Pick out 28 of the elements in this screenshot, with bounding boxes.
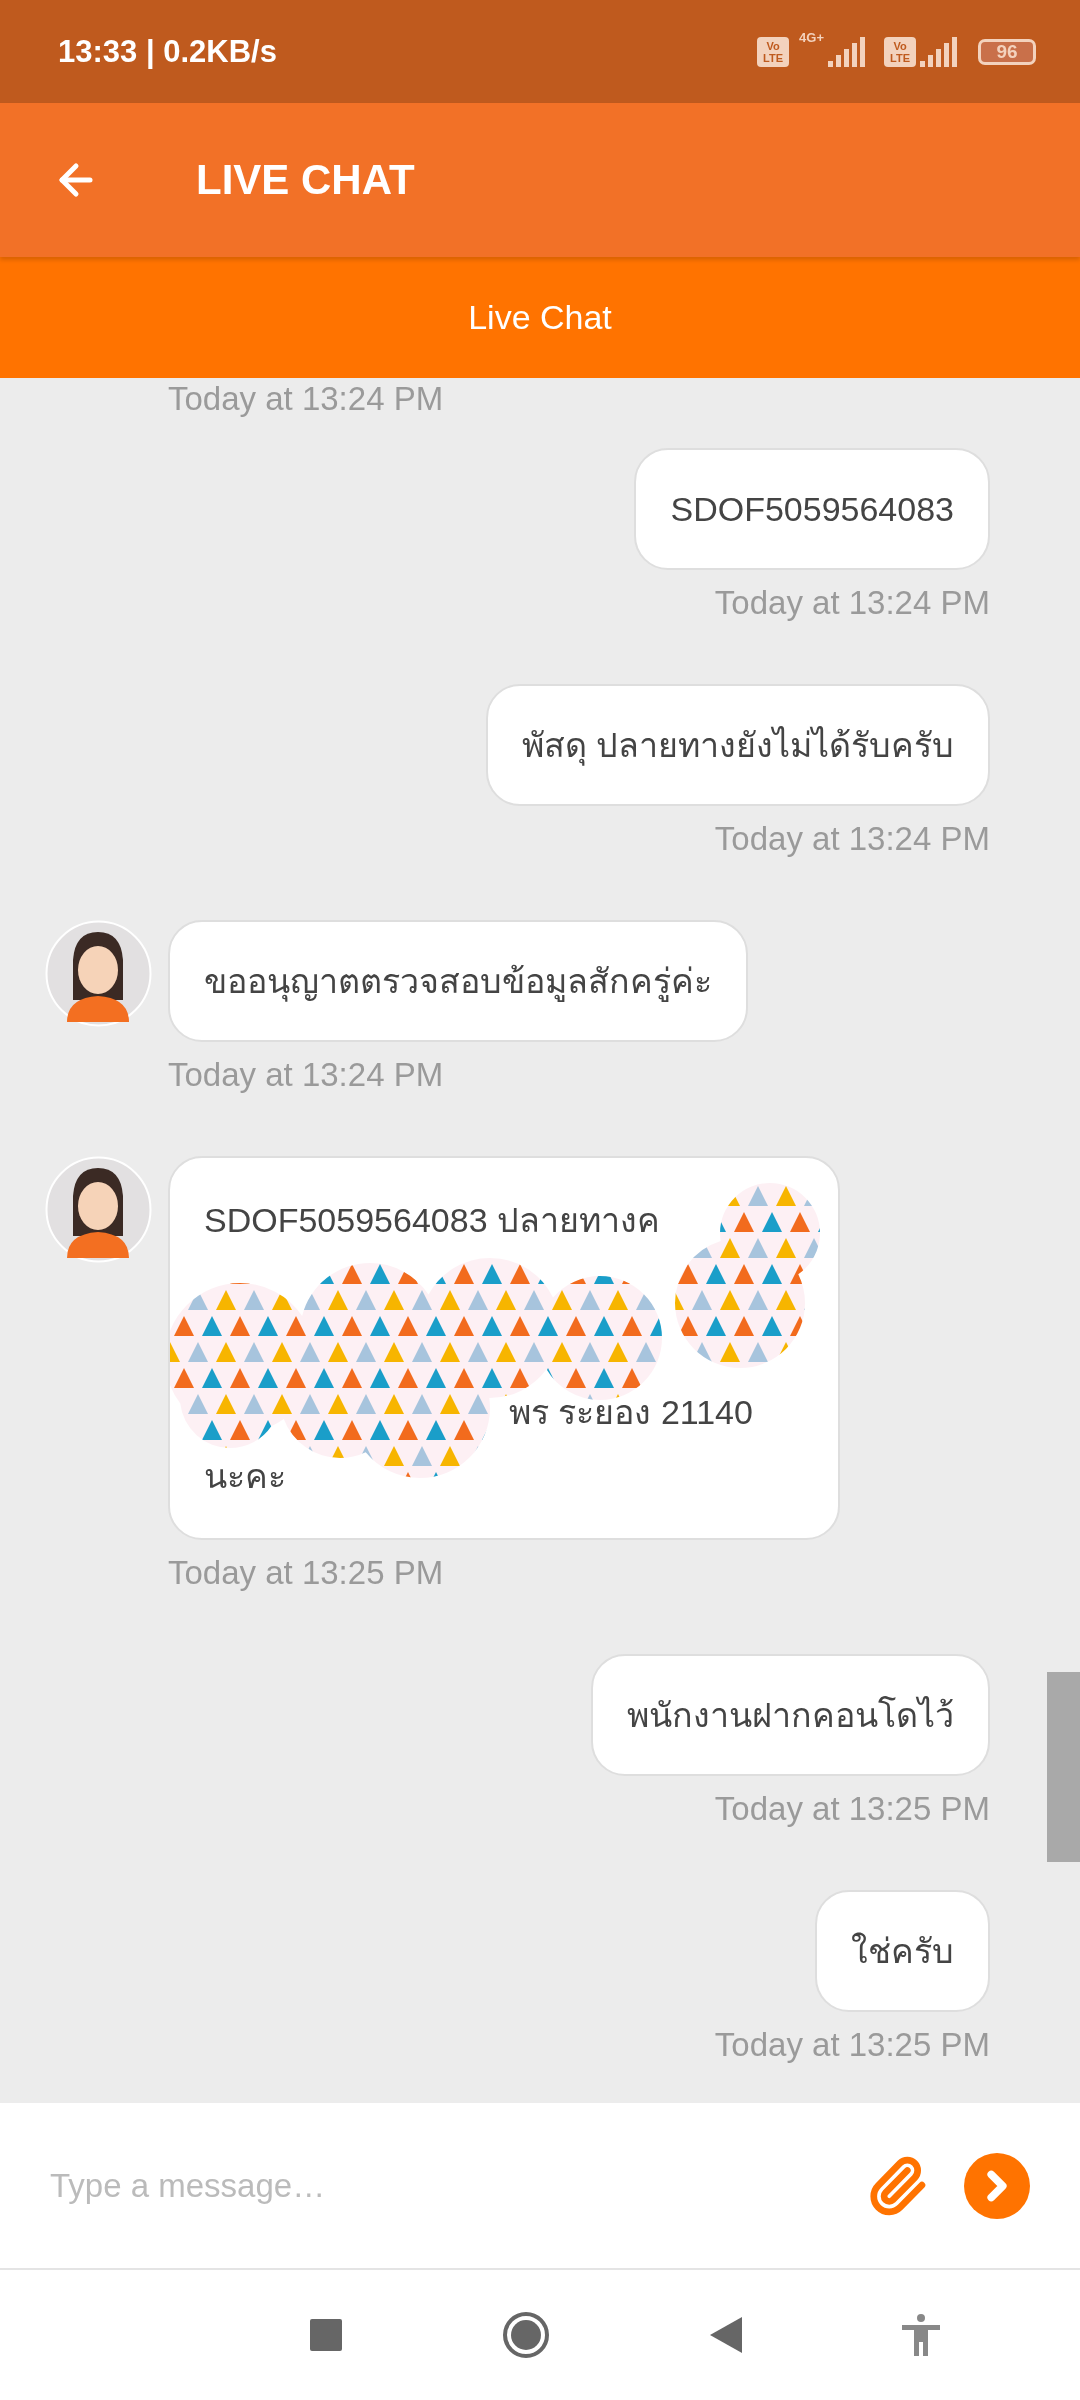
battery-indicator: 96 (978, 38, 1036, 65)
message-text: นะคะ (204, 1457, 286, 1495)
message-bubble: ใช่ครับ (815, 1890, 990, 2012)
message-text: SDOF5059564083 ปลายทางค (204, 1201, 660, 1239)
message-time: Today at 13:24 PM (714, 820, 990, 858)
volte-badge: Vo LTE (757, 36, 790, 67)
message-time: Today at 13:25 PM (168, 1554, 444, 1592)
accessibility-button[interactable] (902, 2314, 940, 2356)
message-time: Today at 13:24 PM (168, 380, 444, 418)
message-time: Today at 13:24 PM (168, 1056, 444, 1094)
header-title: LIVE CHAT (196, 156, 415, 204)
message-bubble: SDOF5059564083 (634, 448, 990, 570)
message-bubble: พนักงานฝากคอนโดไว้ (591, 1654, 990, 1776)
message-bubble: พัสดุ ปลายทางยังไม่ได้รับครับ (485, 684, 990, 806)
volte-badge: Vo LTE (884, 36, 916, 67)
network-type: 4G+ (799, 30, 824, 45)
message-time: Today at 13:25 PM (714, 2026, 990, 2064)
subheader-title: Live Chat (468, 298, 612, 337)
message-time: Today at 13:24 PM (714, 584, 990, 622)
message-time: Today at 13:25 PM (714, 1790, 990, 1828)
avatar-icon (45, 1156, 152, 1263)
message-text: พร ระยอง 21140 (509, 1393, 753, 1431)
home-button[interactable] (502, 2311, 550, 2359)
scrollbar-thumb[interactable] (1047, 1672, 1080, 1862)
avatar-icon (45, 920, 152, 1027)
status-time: 13:33 | 0.2KB/s (58, 33, 278, 70)
message-bubble: ขออนุญาตตรวจสอบข้อมูลสักครู่ค่ะ (168, 920, 748, 1042)
back-button[interactable] (710, 2317, 742, 2353)
